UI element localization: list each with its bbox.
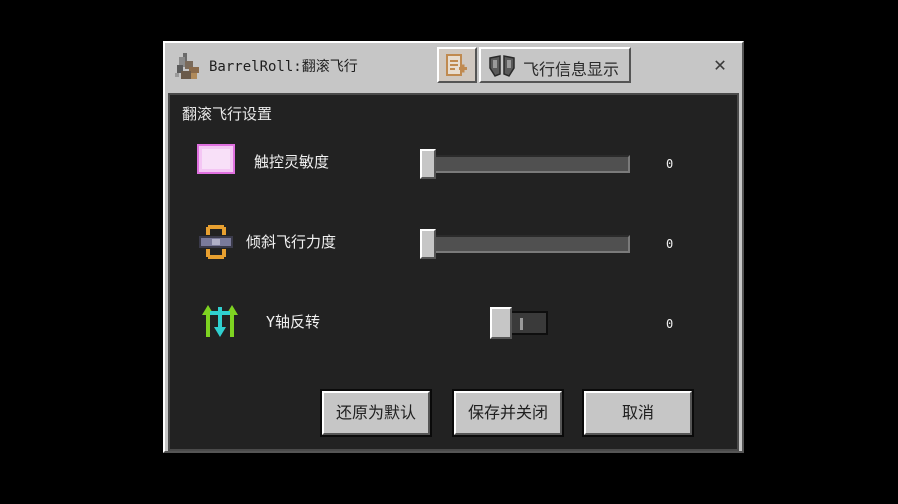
touch-sensitivity-slider[interactable] <box>422 155 630 173</box>
tilt-arrows-icon <box>196 223 236 259</box>
invert-y-arrows-icon <box>200 301 240 337</box>
barrel-roll-elytra-icon <box>171 49 205 83</box>
save-and-close-button[interactable]: 保存并关闭 <box>452 389 564 437</box>
close-button[interactable]: ✕ <box>709 53 731 75</box>
flight-info-icon <box>487 54 517 82</box>
touch-pad-icon <box>196 143 236 179</box>
invert-y-label: Y轴反转 <box>266 313 321 331</box>
tilt-strength-slider[interactable] <box>422 235 630 253</box>
touch-sensitivity-label: 触控灵敏度 <box>254 153 330 171</box>
panel-title: 翻滚飞行设置 <box>182 105 273 123</box>
touch-sensitivity-value: 0 <box>666 157 674 171</box>
touch-sensitivity-thumb[interactable] <box>420 149 436 179</box>
settings-panel: 翻滚飞行设置 触控灵敏度 0 倾斜飞行力度 0 Y轴反转 0 还原为默认 保存并… <box>168 93 739 451</box>
cancel-button[interactable]: 取消 <box>582 389 694 437</box>
tilt-strength-label: 倾斜飞行力度 <box>246 233 337 251</box>
flight-info-button[interactable]: 飞行信息显示 <box>479 47 631 83</box>
window-title: BarrelRoll:翻滚飞行 <box>209 59 358 75</box>
edit-config-button[interactable] <box>437 47 477 83</box>
invert-y-toggle-thumb[interactable] <box>490 307 512 339</box>
flight-info-label: 飞行信息显示 <box>523 60 620 79</box>
settings-window: BarrelRoll:翻滚飞行 飞行信息显示 ✕ 翻滚飞行设置 触控灵敏度 0 … <box>163 41 744 453</box>
toggle-notch <box>520 318 523 330</box>
tilt-strength-thumb[interactable] <box>420 229 436 259</box>
reset-defaults-button[interactable]: 还原为默认 <box>320 389 432 437</box>
tilt-strength-value: 0 <box>666 237 674 251</box>
edit-document-icon <box>445 53 469 83</box>
invert-y-value: 0 <box>666 317 674 331</box>
title-bar: BarrelRoll:翻滚飞行 飞行信息显示 ✕ <box>165 43 742 89</box>
